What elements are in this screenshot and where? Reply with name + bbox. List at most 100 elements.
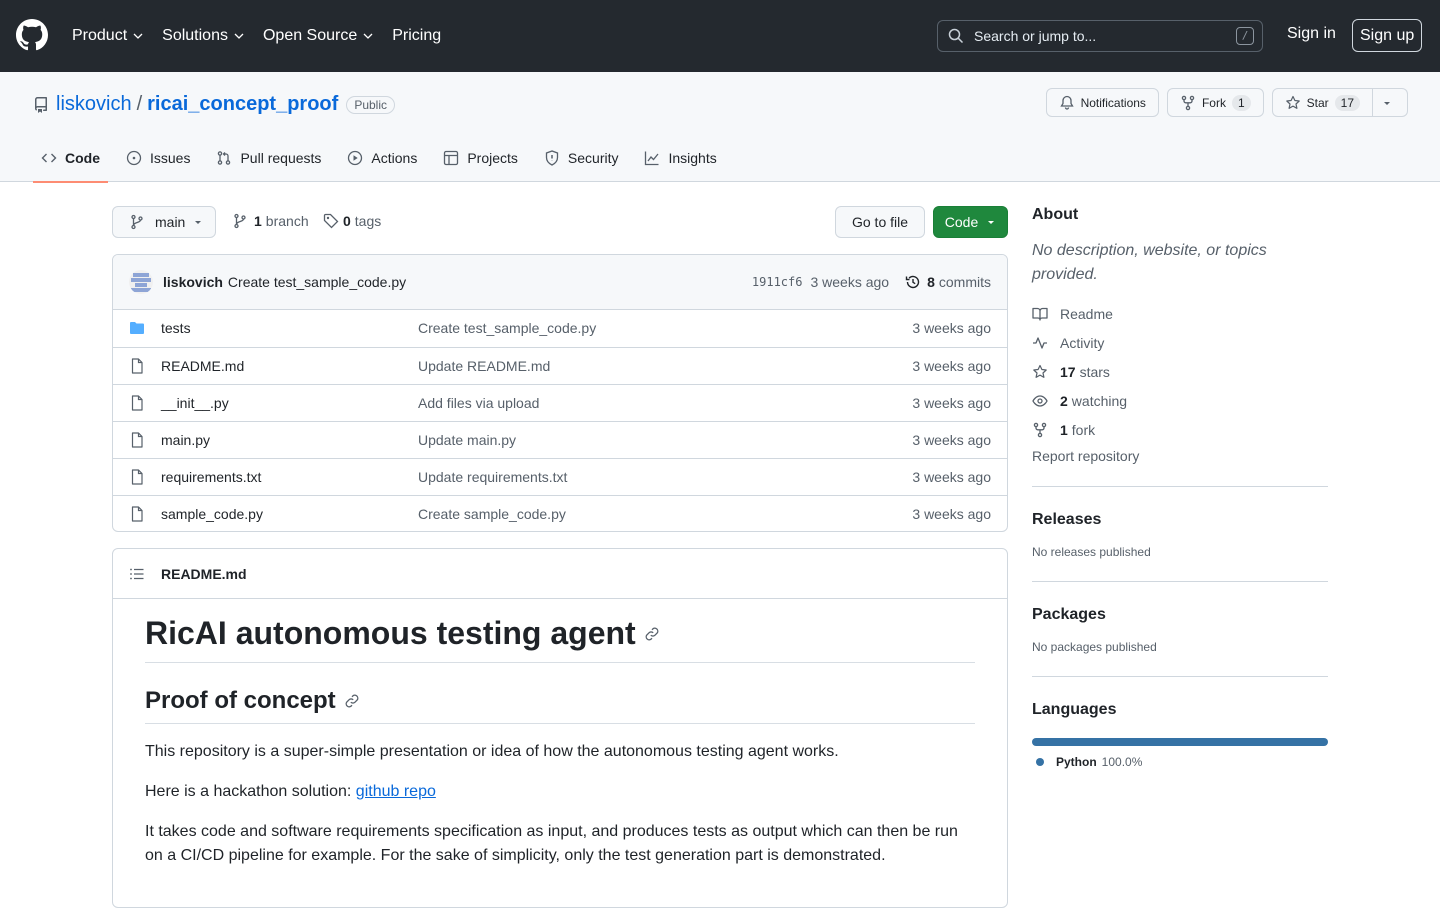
tab-issues[interactable]: Issues: [118, 134, 198, 182]
readme-header: README.md: [113, 549, 1007, 599]
readme-paragraph-2: Here is a hackathon solution: github rep…: [145, 780, 975, 804]
nav-product-label: Product: [72, 27, 128, 44]
fork-button[interactable]: Fork 1: [1166, 88, 1264, 117]
file-row[interactable]: README.md Update README.md 3 weeks ago: [113, 347, 1007, 384]
file-browser: liskovich Create test_sample_code.py 191…: [112, 254, 1008, 532]
tags-link[interactable]: 0 tags: [323, 213, 381, 229]
sidebar-divider: [1032, 676, 1328, 677]
file-row[interactable]: __init__.py Add files via upload 3 weeks a…: [113, 384, 1007, 421]
nav-product[interactable]: Product: [72, 27, 144, 45]
identicon-avatar: [129, 270, 153, 294]
activity-link[interactable]: Activity: [1032, 328, 1328, 357]
watchers-link[interactable]: 2 watching: [1032, 386, 1328, 415]
file-commit-message-link[interactable]: Update main.py: [418, 432, 516, 448]
repo-title: liskovich / ricai_concept_proof Public: [33, 93, 395, 116]
tab-code[interactable]: Code: [33, 134, 108, 183]
star-icon: [1033, 364, 1047, 378]
about-description: No description, website, or topics provi…: [1032, 242, 1267, 283]
repo-owner-link[interactable]: liskovich: [56, 93, 132, 116]
tab-projects[interactable]: Projects: [435, 134, 526, 182]
file-icon: [131, 506, 143, 522]
file-row[interactable]: tests Create test_sample_code.py 3 weeks a…: [113, 310, 1007, 347]
avatar[interactable]: [129, 270, 153, 294]
repo-header: liskovich / ricai_concept_proof Public N…: [0, 72, 1440, 183]
global-nav: Product Solutions Open Source Pricing: [72, 0, 459, 72]
history-icon: [905, 275, 920, 289]
repo-tabs: Code Issues Pull requests Actions Projec…: [33, 134, 735, 183]
readme-paragraph-3: It takes code and software requirements …: [145, 823, 958, 864]
commits-link[interactable]: 8 commits: [927, 274, 991, 290]
link-icon[interactable]: [344, 693, 360, 709]
chevron-down-icon: [363, 33, 373, 39]
file-commit-message-link[interactable]: Update README.md: [418, 358, 550, 374]
nav-open-source[interactable]: Open Source: [263, 27, 374, 45]
nav-pricing[interactable]: Pricing: [392, 27, 441, 45]
file-row[interactable]: requirements.txt Update requirements.txt 3…: [113, 458, 1007, 495]
readme-filename[interactable]: README.md: [161, 566, 247, 582]
branches-link[interactable]: 1 branch: [232, 213, 309, 229]
eye-icon: [1032, 394, 1048, 407]
commit-author-link[interactable]: liskovich: [163, 274, 223, 290]
file-row[interactable]: main.py Update main.py 3 weeks ago: [113, 421, 1007, 458]
branch-count: 1: [254, 213, 262, 229]
file-name-link[interactable]: README.md: [161, 358, 244, 374]
github-repo-link[interactable]: github repo: [356, 783, 436, 800]
repo-name-link[interactable]: ricai_concept_proof: [147, 93, 338, 116]
sign-up-button[interactable]: Sign up: [1352, 19, 1423, 52]
file-row[interactable]: sample_code.py Create sample_code.py 3 wee…: [113, 495, 1007, 531]
go-to-file-button[interactable]: Go to file: [835, 206, 925, 238]
search-shortcut-key: /: [1236, 27, 1254, 45]
pulse-icon: [1033, 336, 1047, 349]
code-button-label: Code: [944, 214, 979, 230]
file-icon: [131, 469, 143, 485]
file-name-link[interactable]: sample_code.py: [161, 506, 263, 522]
commit-sha-link[interactable]: 1911cf6: [752, 275, 803, 289]
stars-link[interactable]: 17 stars: [1032, 357, 1328, 386]
file-age: 3 weeks ago: [912, 358, 991, 374]
stars-count: 17: [1060, 363, 1076, 380]
book-icon: [1032, 307, 1048, 321]
report-repository-link[interactable]: Report repository: [1032, 448, 1328, 464]
forks-link[interactable]: 1 fork: [1032, 415, 1328, 444]
file-commit-message-link[interactable]: Update requirements.txt: [418, 469, 567, 485]
language-item[interactable]: Python 100.0%: [1036, 755, 1328, 769]
nav-solutions[interactable]: Solutions: [162, 27, 245, 45]
list-unordered-icon[interactable]: [129, 566, 145, 582]
readme-subtitle-text: Proof of concept: [145, 687, 336, 714]
file-age: 3 weeks ago: [912, 469, 991, 485]
sign-in-link[interactable]: Sign in: [1287, 25, 1336, 43]
file-name-link[interactable]: main.py: [161, 432, 210, 448]
file-commit-message-link[interactable]: Create test_sample_code.py: [418, 320, 596, 336]
file-age: 3 weeks ago: [912, 432, 991, 448]
search-input[interactable]: Search or jump to... /: [937, 20, 1263, 52]
file-name-link[interactable]: __init__.py: [161, 395, 229, 411]
language-name: Python: [1056, 755, 1097, 769]
star-dropdown-button[interactable]: [1373, 88, 1408, 117]
chevron-down-icon: [133, 33, 143, 39]
tab-security[interactable]: Security: [536, 134, 627, 182]
tab-pull-requests[interactable]: Pull requests: [208, 134, 329, 182]
commit-message-link[interactable]: Create test_sample_code.py: [228, 274, 406, 290]
file-age: 3 weeks ago: [912, 320, 991, 336]
link-icon[interactable]: [644, 626, 660, 642]
releases-heading[interactable]: Releases: [1032, 511, 1328, 529]
nav-open-source-label: Open Source: [262, 27, 358, 44]
star-button[interactable]: Star 17: [1271, 88, 1373, 117]
file-list: tests Create test_sample_code.py 3 weeks a…: [113, 310, 1007, 531]
branch-select-button[interactable]: main: [112, 206, 216, 238]
star-label: Star: [1306, 95, 1329, 110]
pull-request-icon: [218, 151, 231, 165]
file-name-link[interactable]: requirements.txt: [161, 469, 261, 485]
watching-word: watching: [1071, 392, 1128, 409]
code-dropdown-button[interactable]: Code: [933, 206, 1008, 238]
readme-link-label: Readme: [1060, 305, 1113, 322]
readme-link[interactable]: Readme: [1032, 299, 1328, 328]
github-logo-icon[interactable]: [16, 19, 48, 51]
notifications-button[interactable]: Notifications: [1045, 88, 1159, 117]
file-commit-message-link[interactable]: Create sample_code.py: [418, 506, 566, 522]
tab-insights[interactable]: Insights: [636, 134, 724, 182]
file-commit-message-link[interactable]: Add files via upload: [418, 395, 539, 411]
tab-actions[interactable]: Actions: [339, 134, 425, 182]
packages-heading[interactable]: Packages: [1032, 606, 1328, 624]
file-name-link[interactable]: tests: [161, 320, 191, 336]
